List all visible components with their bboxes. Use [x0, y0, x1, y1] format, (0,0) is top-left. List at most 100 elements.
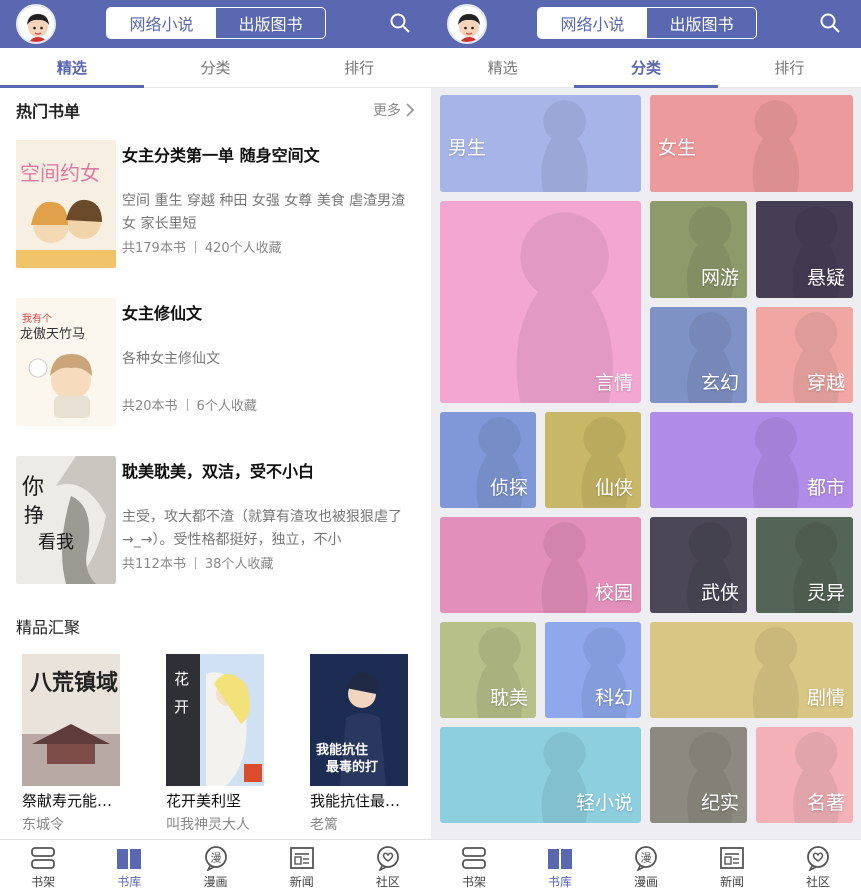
category-tile-detective[interactable]: 侦探: [440, 412, 536, 508]
category-label: 名著: [806, 792, 845, 814]
booklist-stats: 共20本书 6个人收藏: [122, 395, 415, 414]
left-screen: 网络小说 出版图书 精选 分类 排行 热门书单 更多 空间约女 女主分类第一单 …: [0, 0, 431, 895]
news-icon: [720, 847, 744, 869]
tab-ranking[interactable]: 排行: [287, 48, 431, 87]
category-tile-supernatural[interactable]: 灵异: [756, 517, 853, 613]
category-label: 校园: [594, 582, 633, 604]
segment-web-novel[interactable]: 网络小说: [538, 8, 647, 38]
category-tile-urban[interactable]: 都市: [650, 412, 853, 508]
svg-text:八荒镇域: 八荒镇域: [30, 670, 118, 696]
nav-bookshelf[interactable]: 书架: [431, 840, 517, 895]
nav-library[interactable]: 书库: [517, 840, 603, 895]
section-title: 精品汇聚: [16, 618, 81, 637]
category-label: 悬疑: [806, 267, 845, 289]
segment-web-novel[interactable]: 网络小说: [107, 8, 216, 38]
book-author: 老篱: [310, 817, 338, 833]
booklist-desc: 各种女主修仙文: [122, 351, 220, 367]
booklist-cover: 你 挣 看我: [16, 456, 116, 584]
tab-featured[interactable]: 精选: [0, 48, 144, 87]
source-segment: 网络小说 出版图书: [106, 7, 326, 39]
booklist-title: 耽美耽美，双洁，受不小白: [122, 462, 315, 481]
category-tile-suspense[interactable]: 悬疑: [756, 201, 853, 298]
booklist-title: 女主修仙文: [122, 304, 203, 323]
tab-underline: [0, 85, 144, 88]
category-tile-xianxia[interactable]: 仙侠: [545, 412, 641, 508]
booklist-cover: 空间约女: [16, 140, 116, 268]
booklist-item[interactable]: 我有个 龙傲天竹马 女主修仙文 各种女主修仙文 共20本书 6个人收藏: [0, 290, 431, 448]
category-tile-classics[interactable]: 名著: [756, 727, 853, 823]
booklist-cover: 我有个 龙傲天竹马: [16, 298, 116, 426]
segment-published-books[interactable]: 出版图书: [647, 8, 756, 38]
avatar[interactable]: [16, 4, 56, 44]
premium-book[interactable]: 我能抗住 最毒的打 我能抗住最… 老篱: [310, 654, 408, 834]
category-label: 侦探: [489, 477, 528, 499]
premium-book[interactable]: 花 开 花开美利坚 叫我神灵大人: [166, 654, 264, 834]
nav-label: 社区: [375, 875, 400, 889]
category-tile-online-game[interactable]: 网游: [650, 201, 747, 298]
premium-book[interactable]: 八荒镇域 祭献寿元能… 东城令: [22, 654, 120, 834]
more-link[interactable]: 更多: [373, 100, 415, 120]
svg-text:挣: 挣: [24, 503, 44, 527]
tab-ranking[interactable]: 排行: [718, 48, 861, 87]
category-tile-drama[interactable]: 剧情: [650, 622, 853, 718]
tab-category[interactable]: 分类: [144, 48, 288, 87]
category-label: 仙侠: [594, 477, 633, 499]
nav-label: 社区: [805, 875, 830, 889]
nav-comics[interactable]: 漫 漫画: [172, 840, 258, 895]
category-tile-fantasy[interactable]: 玄幻: [650, 307, 747, 403]
source-segment: 网络小说 出版图书: [537, 7, 757, 39]
book-icon: [117, 849, 142, 869]
category-tile-danmei[interactable]: 耽美: [440, 622, 536, 718]
category-label: 剧情: [806, 687, 845, 709]
nav-community[interactable]: 社区: [345, 840, 431, 895]
category-label: 都市: [806, 477, 845, 499]
tab-category[interactable]: 分类: [574, 48, 717, 87]
category-tile-time-travel[interactable]: 穿越: [756, 307, 853, 403]
category-tile-scifi[interactable]: 科幻: [545, 622, 641, 718]
nav-bookshelf[interactable]: 书架: [0, 840, 86, 895]
nav-comics[interactable]: 漫 漫画: [603, 840, 689, 895]
nav-community[interactable]: 社区: [775, 840, 861, 895]
nav-library[interactable]: 书库: [86, 840, 172, 895]
top-bar: 网络小说 出版图书: [431, 0, 861, 48]
svg-text:漫: 漫: [641, 851, 652, 865]
nav-news[interactable]: 新闻: [689, 840, 775, 895]
chevron-right-icon: [406, 103, 415, 117]
nav-label: 书架: [31, 875, 56, 889]
nav-label: 漫画: [203, 875, 228, 889]
booklist-item[interactable]: 空间约女 女主分类第一单 随身空间文 空间 重生 穿越 种田 女强 女尊 美食 …: [0, 132, 431, 290]
bookshelf-icon: [31, 847, 55, 869]
category-tile-female[interactable]: 女生: [650, 95, 853, 192]
nav-news[interactable]: 新闻: [259, 840, 345, 895]
booklist-stats: 共112本书 38个人收藏: [122, 553, 415, 572]
svg-text:开: 开: [174, 698, 189, 716]
book-cover: 八荒镇域: [22, 654, 120, 786]
booklist-item[interactable]: 你 挣 看我 耽美耽美，双洁，受不小白 主受，攻大都不渣（就算有渣攻也被狠狠虐了…: [0, 448, 431, 606]
premium-list: 八荒镇域 祭献寿元能… 东城令 花 开 花开美利坚 叫我神灵大人 我能抗住 最毒…: [0, 646, 431, 834]
news-icon: [289, 847, 314, 869]
svg-text:漫: 漫: [210, 851, 221, 865]
search-icon[interactable]: [819, 12, 841, 34]
community-heart-icon: [807, 846, 829, 871]
book-icon: [548, 849, 572, 869]
tab-featured[interactable]: 精选: [431, 48, 574, 87]
category-tile-wuxia[interactable]: 武侠: [650, 517, 747, 613]
category-label: 穿越: [806, 372, 845, 394]
booklist-desc: 主受，攻大都不渣（就算有渣攻也被狠狠虐了→_→）。受性格都挺好，独立，不小: [122, 509, 402, 548]
segment-published-books[interactable]: 出版图书: [216, 8, 325, 38]
category-tile-campus[interactable]: 校园: [440, 517, 641, 613]
category-tile-male[interactable]: 男生: [440, 95, 641, 192]
svg-text:你: 你: [22, 475, 44, 500]
booklist-stats: 共179本书 420个人收藏: [122, 237, 415, 256]
category-tile-light-novel[interactable]: 轻小说: [440, 727, 641, 823]
category-label: 玄幻: [700, 372, 739, 394]
more-label: 更多: [373, 103, 401, 119]
svg-text:龙傲天竹马: 龙傲天竹马: [20, 327, 85, 342]
category-tile-romance[interactable]: 言情: [440, 201, 641, 403]
svg-text:最毒的打: 最毒的打: [326, 759, 378, 775]
avatar[interactable]: [447, 4, 487, 44]
category-tile-documentary[interactable]: 纪实: [650, 727, 747, 823]
search-icon[interactable]: [389, 12, 411, 34]
book-name: 祭献寿元能…: [22, 792, 113, 810]
nav-label: 书架: [461, 875, 486, 889]
